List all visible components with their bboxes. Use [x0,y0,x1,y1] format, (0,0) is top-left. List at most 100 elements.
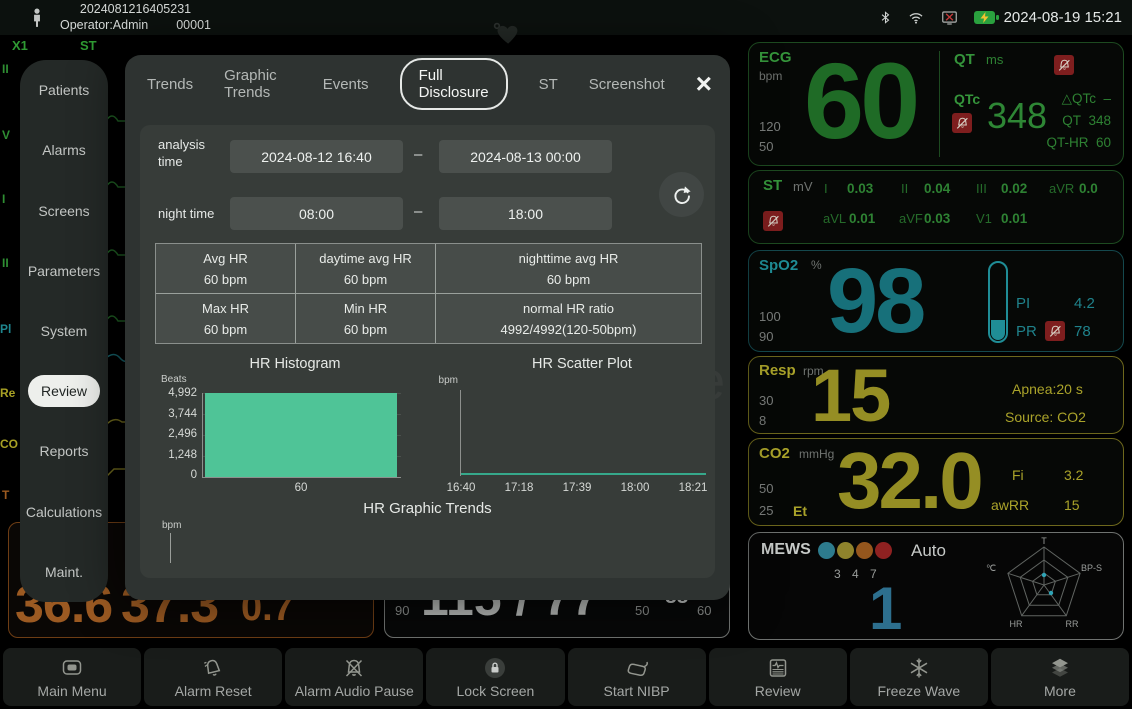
scatter-title: HR Scatter Plot [450,356,714,372]
spo2-tile[interactable]: SpO2 % 100 90 98 PI 4.2 PR 78 [748,250,1124,352]
sidebar-item-maint[interactable]: Maint. [20,542,108,602]
alarm-off-icon [763,211,783,231]
fi-label: Fi [1012,467,1024,483]
resp-low-limit: 8 [759,413,766,428]
radar-axis-bps: BP-S [1081,563,1102,573]
alarm-off-icon [1054,55,1074,75]
night-time-label: night time [158,206,214,223]
sidebar-item-screens[interactable]: Screens [20,180,108,240]
ecg-tile[interactable]: ECG bpm 120 50 60 QT ms QTc 348 △QTc – Q… [748,42,1124,166]
histogram-y-axis-label: Beats [161,374,187,385]
sidebar-item-patients[interactable]: Patients [20,60,108,120]
more-icon [1048,656,1072,680]
review-button[interactable]: Review [709,648,847,706]
radar-axis-hr: HR [1010,619,1023,629]
histogram-x-tick: 60 [295,482,308,494]
start-nibp-button[interactable]: Start NIBP [568,648,706,706]
stat-value: 60 bpm [156,320,296,343]
st-lead-value: 0.03 [924,211,950,226]
alarm-audio-pause-button[interactable]: Alarm Audio Pause [285,648,423,706]
resp-high-limit: 30 [759,393,773,408]
scatter-x-tick: 16:40 [447,482,476,494]
refresh-button[interactable] [659,172,704,217]
radar-axis-t: T [1041,536,1047,546]
analysis-time-to-field[interactable]: 2024-08-13 00:00 [439,140,612,173]
co2-low-limit: 25 [759,503,773,518]
refresh-icon [671,184,693,206]
spo2-label: SpO2 [759,257,798,274]
review-dialog: Demo Mode Trends Graphic Trends Events F… [125,55,730,600]
st-lead-name: aVL [823,211,846,226]
channel-label: V [2,128,10,142]
st-lead-name: I [824,181,828,196]
analysis-time-label: analysis time [158,137,220,171]
channel-label: T [2,488,9,502]
resp-value: 15 [811,359,889,433]
scatter-x-tick: 17:39 [563,482,592,494]
freeze-wave-button[interactable]: Freeze Wave [850,648,988,706]
alarm-audio-pause-icon [342,656,366,680]
mews-dot-4 [875,542,892,559]
tab-st[interactable]: ST [539,76,558,93]
ecg-unit: bpm [759,69,782,83]
tab-screenshot[interactable]: Screenshot [589,76,665,93]
tab-trends[interactable]: Trends [147,76,193,93]
range-separator: – [414,146,422,163]
sidebar: Patients Alarms Screens Parameters Syste… [20,60,108,602]
histogram-y-tick: 2,496 [155,428,197,440]
operator-label: Operator:Admin [60,18,148,34]
ecg-low-limit: 50 [759,139,773,154]
analysis-time-from-field[interactable]: 2024-08-12 16:40 [230,140,403,173]
stat-name: Max HR [156,294,296,320]
selected-pill: Review [28,375,100,407]
alarm-reset-button[interactable]: Alarm Reset [144,648,282,706]
histogram-title: HR Histogram [155,356,435,372]
histogram-plot [202,393,401,478]
stat-value: 60 bpm [296,270,436,294]
alarm-reset-icon [201,656,225,680]
night-time-from-field[interactable]: 08:00 [230,197,403,230]
sidebar-item-calculations[interactable]: Calculations [20,482,108,542]
perfusion-bar [988,261,1008,343]
graphic-trends-y-axis-label: bpm [162,520,181,531]
st-lead-value: 0.04 [924,181,950,196]
stat-name: Avg HR [156,244,296,270]
close-icon[interactable]: × [696,70,712,98]
sidebar-item-parameters[interactable]: Parameters [20,241,108,301]
tab-graphic-trends[interactable]: Graphic Trends [224,67,292,101]
st-lead-value: 0.01 [849,211,875,226]
ecg-high-limit: 120 [759,119,781,134]
heartbeat-icon [492,20,522,46]
range-separator: – [414,203,422,220]
ecg-label: ECG [759,49,792,66]
st-lead-name: aVF [899,211,923,226]
sidebar-item-alarms[interactable]: Alarms [20,120,108,180]
st-lead-value: 0.0 [1079,181,1098,196]
resp-tile[interactable]: Resp rpm 30 8 15 Apnea:20 s Source: CO2 [748,356,1124,434]
stat-value: 60 bpm [296,320,436,343]
alarm-off-icon [952,113,972,133]
channel-label: II [2,62,9,76]
sidebar-item-reports[interactable]: Reports [20,421,108,481]
scatter-series-line [461,473,706,475]
co2-tile[interactable]: CO2 mmHg 50 25 Et 32.0 Fi 3.2 awRR 15 [748,438,1124,526]
sidebar-item-system[interactable]: System [20,301,108,361]
graphic-trends-y-axis [170,533,171,563]
patient-id-block: 2024081216405231 Operator:Admin 00001 [60,2,211,33]
main-menu-button[interactable]: Main Menu [3,648,141,706]
tab-events[interactable]: Events [323,76,369,93]
apnea-setting: Apnea:20 s [1012,381,1083,397]
lock-screen-button[interactable]: Lock Screen [426,648,564,706]
tab-full-disclosure[interactable]: Full Disclosure [400,58,508,110]
st-tile[interactable]: ST mV I 0.03 II 0.04 III 0.02 aVR 0.0 aV… [748,170,1124,244]
co2-high-limit: 50 [759,481,773,496]
mews-tile[interactable]: MEWS 3 4 7 Auto 1 T BP-S RR HR ℃ [748,532,1124,640]
patient-icon [26,6,48,30]
night-time-to-field[interactable]: 18:00 [439,197,612,230]
stat-value: 60 bpm [436,270,701,294]
more-button[interactable]: More [991,648,1129,706]
spo2-low-limit: 90 [759,329,773,344]
sidebar-item-review[interactable]: Review [20,361,108,421]
awrr-label: awRR [991,497,1029,513]
st-lead-value: 0.03 [847,181,873,196]
